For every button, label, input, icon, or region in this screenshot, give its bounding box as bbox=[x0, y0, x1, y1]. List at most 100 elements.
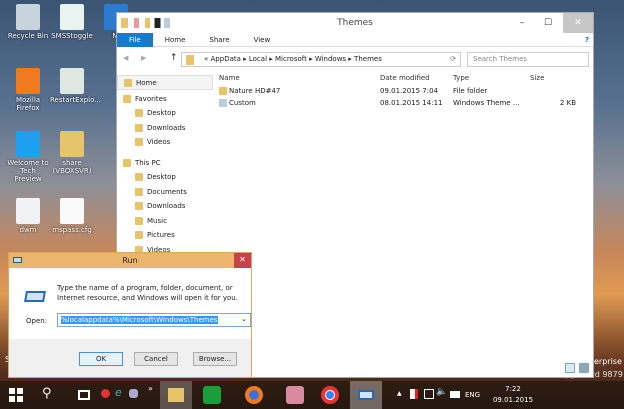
desktop-icon-label: share (VBOXSVR) bbox=[52, 159, 92, 175]
breadcrumb-item[interactable]: Microsoft bbox=[275, 55, 307, 63]
theme-file-icon bbox=[219, 99, 227, 107]
maximize-button[interactable]: ☐ bbox=[535, 13, 561, 33]
nav-item-label: Home bbox=[136, 79, 157, 87]
details-view-button[interactable] bbox=[565, 363, 575, 373]
nav-item[interactable]: Videos bbox=[117, 135, 213, 150]
nav-item[interactable]: Desktop bbox=[117, 170, 213, 185]
task-view-icon[interactable] bbox=[78, 390, 90, 400]
address-bar[interactable]: « AppData ▸ Local ▸ Microsoft ▸ Windows … bbox=[181, 52, 461, 67]
desktop-icon[interactable]: Recycle Bin bbox=[6, 4, 50, 40]
column-header[interactable]: Name bbox=[215, 71, 380, 85]
refresh-icon[interactable]: ⟳ bbox=[450, 53, 456, 66]
nav-item[interactable]: Downloads bbox=[117, 199, 213, 214]
folder-icon bbox=[135, 173, 143, 181]
forward-button[interactable]: ▶ bbox=[141, 54, 146, 62]
nav-item[interactable]: Pictures bbox=[117, 228, 213, 243]
close-button[interactable]: ✕ bbox=[563, 13, 593, 33]
column-header[interactable]: Type bbox=[453, 71, 526, 85]
store-taskbar-icon[interactable] bbox=[203, 386, 221, 404]
ok-button[interactable]: OK bbox=[79, 352, 123, 366]
nav-item[interactable]: This PC bbox=[117, 156, 213, 171]
firefox-taskbar-icon[interactable] bbox=[245, 386, 263, 404]
tab-view[interactable]: View bbox=[242, 36, 283, 44]
nav-item[interactable]: Music bbox=[117, 214, 213, 229]
table-cell: 09.01.2015 7:04 bbox=[380, 87, 439, 95]
search-input[interactable]: Search Themes bbox=[467, 52, 589, 67]
nav-group-icon bbox=[124, 79, 132, 87]
breadcrumb-item[interactable]: Themes bbox=[354, 55, 382, 63]
tab-share[interactable]: Share bbox=[197, 36, 241, 44]
breadcrumb-item[interactable]: AppData bbox=[211, 55, 241, 63]
breadcrumb-item[interactable]: Local bbox=[249, 55, 267, 63]
up-button[interactable]: ↑ bbox=[170, 53, 178, 63]
nav-item-label: Downloads bbox=[147, 123, 186, 132]
volume-icon[interactable]: 🔈 bbox=[436, 387, 447, 397]
folder-icon bbox=[135, 138, 143, 146]
desktop-icon[interactable]: RestartExplo... bbox=[50, 68, 101, 104]
action-center-icon[interactable] bbox=[410, 389, 418, 399]
desktop-icon-label: Mozilla Firefox bbox=[15, 96, 41, 112]
nav-group-icon bbox=[123, 158, 131, 167]
tab-home[interactable]: Home bbox=[153, 36, 198, 44]
nav-item-label: Desktop bbox=[147, 109, 176, 117]
more-quicklaunch-icon[interactable]: » bbox=[148, 384, 153, 393]
desktop-icon-label: mspass.cfg bbox=[52, 226, 92, 234]
folder-icon bbox=[135, 202, 143, 210]
column-header[interactable]: Size bbox=[526, 71, 586, 85]
back-button[interactable]: ◀ bbox=[123, 54, 128, 62]
minimize-button[interactable]: – bbox=[509, 13, 535, 33]
nav-item-label: Videos bbox=[147, 138, 171, 146]
open-input-value[interactable]: %localappdata%\Microsoft\Windows\Themes bbox=[61, 316, 218, 324]
clock-time[interactable]: 7:22 bbox=[492, 385, 534, 393]
file-list: Name Date modified Type Size Nature HD#47 09… bbox=[215, 71, 593, 377]
nav-item[interactable]: Documents bbox=[117, 185, 213, 200]
language-indicator[interactable]: ENG bbox=[465, 391, 480, 399]
nav-item-label: Favorites bbox=[135, 94, 167, 103]
close-button[interactable]: ✕ bbox=[234, 253, 251, 268]
desktop-icon-image bbox=[60, 198, 84, 224]
table-row[interactable]: Nature HD#47 09.01.2015 7:04 File folder bbox=[215, 85, 593, 97]
cancel-button[interactable]: Cancel bbox=[134, 352, 178, 366]
nav-item[interactable]: Favorites bbox=[117, 92, 213, 107]
show-hidden-icons[interactable]: ▲ bbox=[397, 390, 402, 397]
chrome-taskbar-icon[interactable] bbox=[321, 386, 339, 404]
ie-quicklaunch-icon[interactable]: e bbox=[115, 386, 122, 399]
tab-file[interactable]: File bbox=[117, 32, 153, 47]
desktop-icon-image bbox=[16, 68, 40, 94]
table-row[interactable]: Custom 08.01.2015 14:11 Windows Theme ... 2… bbox=[215, 97, 593, 109]
file-explorer-taskbar-icon[interactable] bbox=[160, 381, 192, 409]
folder-icon bbox=[135, 216, 143, 225]
open-combobox[interactable]: %localappdata%\Microsoft\Windows\Themes … bbox=[57, 313, 251, 327]
search-icon[interactable]: ⚲ bbox=[42, 386, 52, 401]
breadcrumb-item[interactable]: Windows bbox=[315, 55, 346, 63]
app-taskbar-icon[interactable] bbox=[286, 386, 304, 404]
desktop-icon-label: SMSStoggle bbox=[51, 32, 93, 40]
nav-item[interactable]: Desktop bbox=[117, 106, 213, 121]
keyboard-icon[interactable] bbox=[450, 391, 460, 398]
network-icon[interactable] bbox=[424, 389, 434, 399]
chrome-quicklaunch-icon[interactable] bbox=[101, 389, 110, 398]
app-quicklaunch-icon[interactable] bbox=[129, 389, 138, 398]
run-taskbar-icon[interactable] bbox=[350, 381, 382, 409]
nav-item[interactable]: Downloads bbox=[117, 121, 213, 136]
help-icon[interactable]: ? bbox=[581, 36, 593, 44]
desktop-icon-image bbox=[16, 198, 40, 224]
desktop-icon[interactable]: share (VBOXSVR) bbox=[50, 131, 94, 175]
nav-item[interactable]: Home bbox=[117, 75, 213, 90]
column-header[interactable]: Date modified bbox=[380, 71, 453, 85]
nav-item-label: Downloads bbox=[147, 202, 186, 210]
desktop-icon-image bbox=[60, 68, 84, 94]
browse-button[interactable]: Browse... bbox=[193, 352, 237, 366]
desktop-icon[interactable]: SMSStoggle bbox=[50, 4, 94, 40]
folder-icon bbox=[135, 187, 143, 196]
clock-date[interactable]: 09.01.2015 bbox=[484, 396, 542, 404]
large-icons-view-button[interactable] bbox=[579, 363, 589, 373]
desktop-icon[interactable]: Welcome to Tech Preview bbox=[6, 131, 50, 183]
desktop-icon[interactable]: Mozilla Firefox bbox=[6, 68, 50, 112]
desktop-icon-label: Recycle Bin bbox=[7, 32, 49, 40]
chevron-down-icon[interactable]: ⌄ bbox=[241, 315, 247, 323]
start-button[interactable] bbox=[9, 388, 23, 402]
desktop-icon[interactable]: mspass.cfg bbox=[50, 198, 94, 234]
desktop-icon[interactable]: dwm bbox=[6, 198, 50, 234]
desktop-icon-image bbox=[60, 131, 84, 157]
